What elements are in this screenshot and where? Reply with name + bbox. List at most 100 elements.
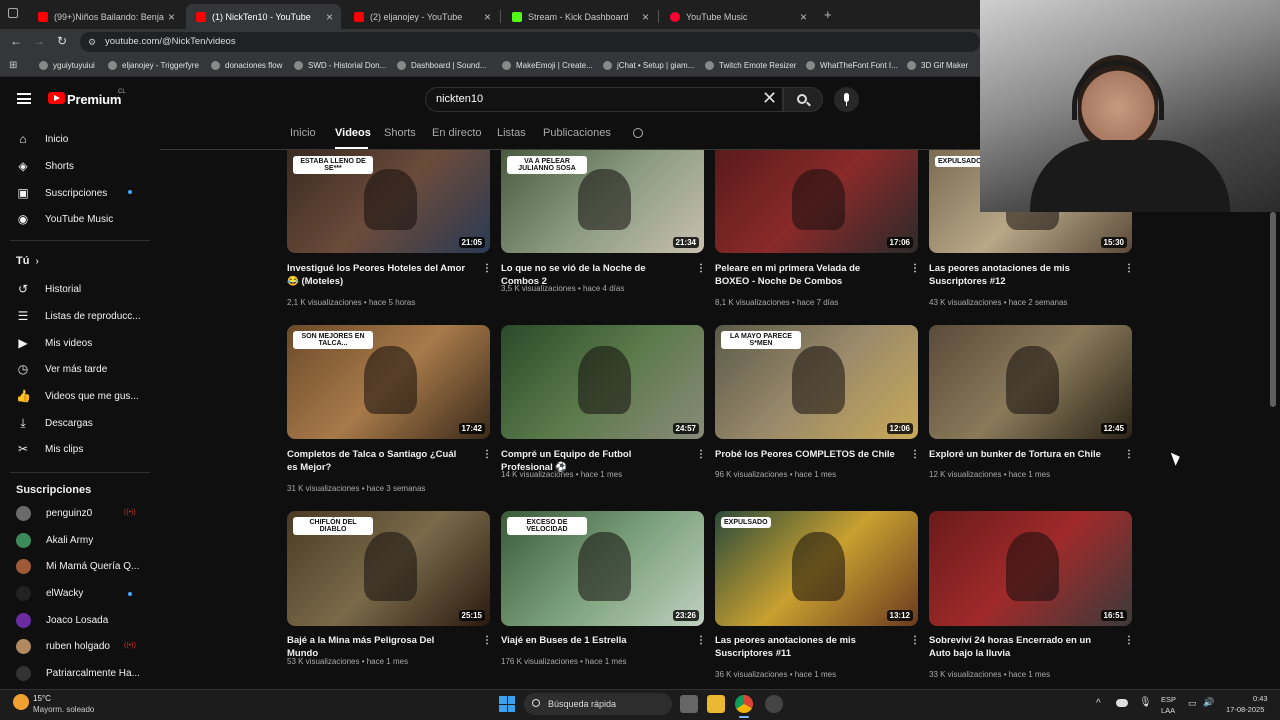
close-tab-icon[interactable]: × [326,10,333,24]
sidebar-subscription[interactable]: elWacky [16,586,83,601]
voice-search-button[interactable] [834,87,859,112]
sidebar-subscription[interactable]: Joaco Losada [16,613,108,628]
video-thumbnail[interactable]: 12:45 [929,325,1132,439]
sidebar-item-you[interactable]: ↺ Historial [16,282,81,296]
microphone-tray-icon[interactable]: 🎙 [1139,697,1152,708]
premium-logo-text[interactable]: Premium [67,92,121,107]
language-indicator[interactable]: ESP [1161,695,1176,704]
browser-tab[interactable]: Stream - Kick Dashboard × [502,4,657,29]
sidebar-item-you[interactable]: 👍 Videos que me gus... [16,389,139,403]
back-arrow-icon[interactable]: ← [10,34,22,48]
sidebar-item-suscripciones[interactable]: ▣ Suscripciones [16,186,107,200]
sidebar-subscription[interactable]: penguinz0 [16,506,92,521]
browser-tab[interactable]: (99+)Niños Bailando: Benja y Ez × [28,4,183,29]
more-options-icon[interactable]: ⋮ [910,635,920,646]
display-icon[interactable]: ▭ [1188,698,1197,709]
video-thumbnail[interactable]: ESTABA LLENO DE SE*** 21:05 [287,150,490,253]
video-title[interactable]: Investigué los Peores Hoteles del Amor 😂… [287,262,467,288]
page-scrollbar[interactable] [1270,212,1276,407]
more-options-icon[interactable]: ⋮ [482,635,492,646]
weather-temp[interactable]: 15°C [33,694,51,703]
more-options-icon[interactable]: ⋮ [696,635,706,646]
video-thumbnail[interactable]: 16:51 [929,511,1132,626]
weather-desc[interactable]: Mayorm. soleado [33,705,94,714]
tab-videos[interactable]: Videos [335,127,371,139]
forward-arrow-icon[interactable]: → [33,34,45,48]
bookmark-item[interactable]: Dashboard | Sound... [397,61,486,70]
new-tab-button[interactable]: + [824,7,832,22]
chrome-icon[interactable] [735,695,753,713]
reload-icon[interactable]: ↻ [57,34,67,48]
more-options-icon[interactable]: ⋮ [1124,449,1134,460]
sidebar-item-you[interactable]: ⤓ Descargas [16,416,92,430]
bookmark-item[interactable]: yguiytuyuiui [39,61,95,70]
keyboard-layout[interactable]: LAA [1161,706,1175,715]
more-options-icon[interactable]: ⋮ [696,263,706,274]
address-bar[interactable]: ⚙ youtube.com/@NickTen/videos [80,32,980,52]
weather-sun-icon[interactable] [13,694,29,710]
video-title[interactable]: Las peores anotaciones de mis Suscriptor… [715,634,895,660]
sidebar-item-you[interactable]: ✂ Mis clips [16,442,83,456]
close-tab-icon[interactable]: × [168,10,175,24]
bookmark-item[interactable]: SWD - Historial Don... [294,61,386,70]
more-options-icon[interactable]: ⋮ [482,263,492,274]
tray-chevron-icon[interactable]: ^ [1096,698,1101,709]
sidebar-item-inicio[interactable]: ⌂ Inicio [16,132,68,146]
browser-tab[interactable]: YouTube Music × [660,4,815,29]
tab-menu-icon[interactable] [8,8,18,18]
sidebar-you-heading[interactable]: Tú › [16,255,39,267]
site-info-icon[interactable]: ⚙ [88,32,96,52]
tab-en-directo[interactable]: En directo [432,127,482,139]
sidebar-subscription[interactable]: ruben holgado [16,639,110,654]
sidebar-item-youtube-music[interactable]: ◉ YouTube Music [16,212,113,226]
search-input[interactable]: nickten10 [425,87,783,112]
tab-shorts[interactable]: Shorts [384,127,416,139]
bookmark-item[interactable]: eljanojey - Triggerfyre [108,61,199,70]
start-windows-icon[interactable] [499,696,515,712]
bookmark-item[interactable]: WhatTheFont Font I... [806,61,898,70]
close-tab-icon[interactable]: × [800,10,807,24]
sidebar-item-you[interactable]: ▶ Mis videos [16,336,92,350]
bookmark-item[interactable]: donaciones flow [211,61,282,70]
sidebar-subscription[interactable]: Mi Mamá Quería Q... [16,559,139,574]
more-options-icon[interactable]: ⋮ [696,449,706,460]
sidebar-item-shorts[interactable]: ◈ Shorts [16,159,74,173]
video-thumbnail[interactable]: EXCESO DE VELOCIDAD 23:26 [501,511,704,626]
bookmark-item[interactable]: jChat • Setup | giam... [603,61,694,70]
video-title[interactable]: Exploré un bunker de Tortura en Chile [929,448,1109,461]
bookmark-item[interactable]: Twitch Emote Resizer [705,61,796,70]
obs-icon[interactable] [765,695,783,713]
video-thumbnail[interactable]: EXPULSADO 13:12 [715,511,918,626]
search-button[interactable] [783,87,823,112]
video-thumbnail[interactable]: LA MAYO PARECE S*MEN 12:06 [715,325,918,439]
sidebar-subscription[interactable]: Akali Army [16,533,93,548]
bookmark-item[interactable]: 3D Gif Maker [907,61,968,70]
video-thumbnail[interactable]: CHIFLÓN DEL DIABLO 25:15 [287,511,490,626]
more-options-icon[interactable]: ⋮ [910,263,920,274]
browser-tab[interactable]: (2) eljanojey - YouTube × [344,4,499,29]
sidebar-item-you[interactable]: ◷ Ver más tarde [16,362,108,376]
more-options-icon[interactable]: ⋮ [1124,263,1134,274]
taskbar-search[interactable]: Búsqueda rápida [524,693,672,715]
close-tab-icon[interactable]: × [484,10,491,24]
tab-inicio[interactable]: Inicio [290,127,316,139]
menu-hamburger-icon[interactable] [17,93,31,104]
bookmark-item[interactable]: MakeEmoji | Create... [502,61,593,70]
onedrive-icon[interactable] [1116,699,1128,707]
channel-search-icon[interactable] [633,128,643,138]
clock-date[interactable]: 17-08-2025 [1226,705,1264,714]
video-title[interactable]: Completos de Talca o Santiago ¿Cuál es M… [287,448,467,474]
clear-search-icon[interactable]: ✕ [762,88,777,109]
video-thumbnail[interactable]: 24:57 [501,325,704,439]
more-options-icon[interactable]: ⋮ [482,449,492,460]
video-title[interactable]: Sobreviví 24 horas Encerrado en un Auto … [929,634,1109,660]
file-explorer-icon[interactable] [707,695,725,713]
video-thumbnail[interactable]: 17:06 [715,150,918,253]
more-options-icon[interactable]: ⋮ [910,449,920,460]
sidebar-subscription[interactable]: Patriarcalmente Ha... [16,666,140,681]
close-tab-icon[interactable]: × [642,10,649,24]
sidebar-item-you[interactable]: ☰ Listas de reproducc... [16,309,141,323]
apps-grid-icon[interactable]: ⊞ [9,60,17,71]
clock-time[interactable]: 0:43 [1253,694,1268,703]
video-thumbnail[interactable]: SON MEJORES EN TALCA... 17:42 [287,325,490,439]
